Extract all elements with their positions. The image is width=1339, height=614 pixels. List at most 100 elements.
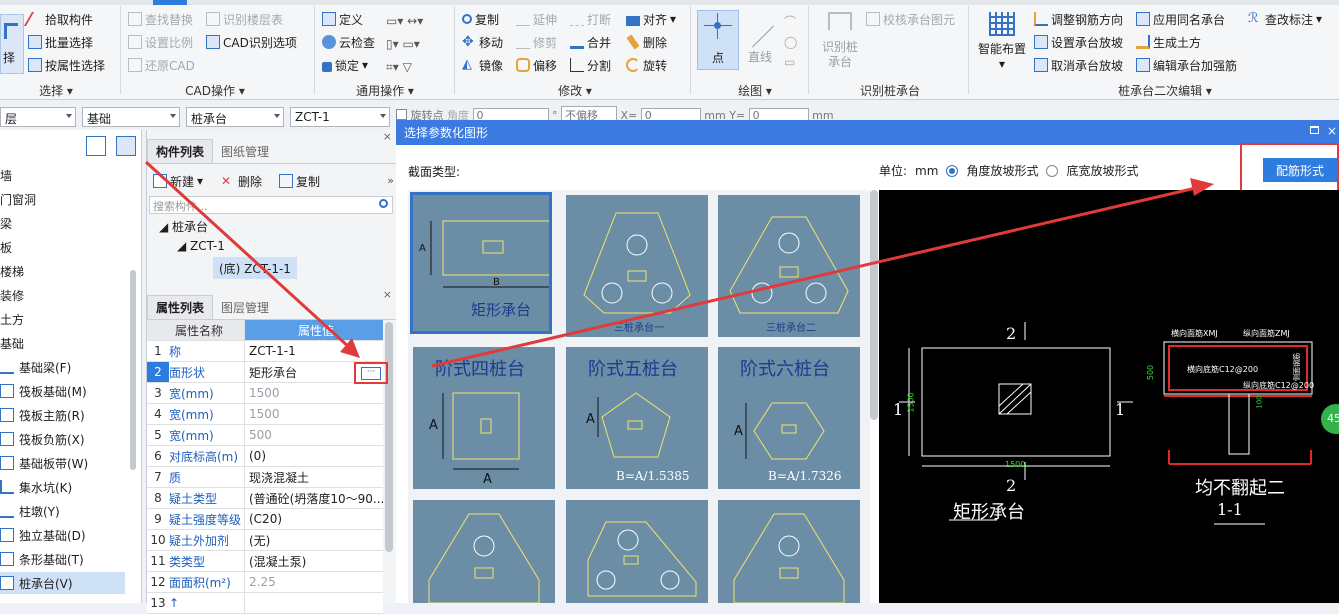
- rotate-button[interactable]: 旋转: [626, 56, 667, 74]
- tab-layer-management[interactable]: 图层管理: [213, 296, 277, 319]
- trim-button[interactable]: 修剪: [516, 33, 557, 51]
- nav-item-raft-main-bar[interactable]: 筏板主筋(R): [0, 404, 85, 426]
- property-row[interactable]: 9 疑土强度等级 (C20): [147, 509, 383, 530]
- ellipsis-button[interactable]: ···: [361, 367, 381, 380]
- y-input[interactable]: 0: [748, 108, 809, 120]
- nav-item-wall[interactable]: 墙: [0, 164, 12, 186]
- property-row-value[interactable]: 1500: [244, 383, 383, 403]
- restore-cad-button[interactable]: 还原CAD: [128, 56, 195, 74]
- line-draw-button[interactable]: 直线: [744, 10, 780, 70]
- angle-input[interactable]: 0: [472, 108, 549, 120]
- tree-node-zct1[interactable]: ◢ ZCT-1: [177, 239, 225, 253]
- property-row-value[interactable]: (普通砼(坍落度10～90...: [244, 488, 383, 508]
- nav-item-strip[interactable]: 基础板带(W): [0, 452, 88, 474]
- nav-item-isolated[interactable]: 独立基础(D): [0, 524, 86, 546]
- category-combo[interactable]: 基础: [82, 107, 180, 127]
- mirror-button[interactable]: ◭ 镜像: [462, 56, 503, 74]
- select-by-property-button[interactable]: 按属性选择: [28, 56, 105, 74]
- x-input[interactable]: 0: [640, 108, 701, 120]
- adjust-rebar-dir-button[interactable]: 调整钢筋方向: [1034, 10, 1123, 28]
- property-row-value[interactable]: [244, 593, 383, 613]
- generate-earthwork-button[interactable]: 生成土方: [1136, 33, 1201, 51]
- identify-floor-table-button[interactable]: 识别楼层表: [206, 10, 283, 28]
- shape-thumb-9[interactable]: [718, 500, 860, 603]
- shape-thumb-8[interactable]: [566, 500, 708, 603]
- set-scale-button[interactable]: 设置比例: [128, 33, 193, 51]
- check-annotation-button[interactable]: ℛ 查改标注 ▾: [1248, 10, 1322, 28]
- floor-combo[interactable]: 层: [0, 107, 76, 127]
- rotate-point-checkbox[interactable]: [396, 109, 407, 120]
- check-cap-element-button[interactable]: 校核承台图元: [866, 10, 955, 28]
- property-row-value[interactable]: (C20): [244, 509, 383, 529]
- component-combo[interactable]: ZCT-1: [290, 107, 390, 127]
- smart-layout-button[interactable]: 智能布置 ▾: [976, 12, 1028, 78]
- nav-item-column-pier[interactable]: 柱墩(Y): [0, 500, 60, 522]
- property-row[interactable]: 4 宽(mm) 1500: [147, 404, 383, 425]
- property-row[interactable]: 8 疑土类型 (普通砼(坍落度10～90...: [147, 488, 383, 509]
- copy-component-button[interactable]: 复制: [279, 172, 320, 190]
- property-row[interactable]: 1 称 ZCT-1-1: [147, 341, 383, 362]
- shape-thumb-step5[interactable]: 阶式五桩台 A B=A/1.5385: [566, 347, 708, 489]
- define-button[interactable]: 定义: [322, 10, 363, 28]
- find-replace-button[interactable]: 查找替换: [128, 10, 193, 28]
- property-row[interactable]: 7 质 现浇混凝土: [147, 467, 383, 488]
- arc-tools[interactable]: ⌒ ◯ ▭: [784, 12, 800, 74]
- nav-item-door-window[interactable]: 门窗洞: [0, 188, 36, 210]
- nav-item-foundation[interactable]: 基础: [0, 332, 24, 354]
- copy-button[interactable]: 复制: [462, 10, 499, 28]
- property-row-value[interactable]: (混凝土泵): [244, 551, 383, 571]
- tab-property-list[interactable]: 属性列表: [147, 295, 214, 319]
- offset-combo[interactable]: 不偏移: [561, 106, 617, 120]
- property-row[interactable]: 10 疑土外加剂 (无): [147, 530, 383, 551]
- nav-item-foundation-beam[interactable]: 基础梁(F): [0, 356, 71, 378]
- apply-same-name-button[interactable]: 应用同名承台: [1136, 10, 1225, 28]
- close-icon[interactable]: ×: [1327, 124, 1337, 138]
- split-button[interactable]: 分割: [570, 56, 611, 74]
- identify-pile-cap-button[interactable]: 识别桩承台: [818, 12, 862, 78]
- shape-thumb-step4[interactable]: 阶式四桩台 A A: [413, 347, 555, 489]
- nav-scrollbar[interactable]: [130, 270, 136, 470]
- offset-button[interactable]: 偏移: [516, 56, 557, 74]
- pick-component-button[interactable]: 拾取构件: [23, 10, 93, 28]
- shape-thumb-3pile-2[interactable]: 三桩承台二: [718, 195, 860, 337]
- nav-item-raft-neg-bar[interactable]: 筏板负筋(X): [0, 428, 85, 450]
- property-row-value[interactable]: 现浇混凝土: [244, 467, 383, 487]
- tree-node-zct1-1[interactable]: (底) ZCT-1-1: [213, 257, 297, 279]
- nav-item-raft[interactable]: 筏板基础(M): [0, 380, 87, 402]
- cancel-slope-button[interactable]: 取消承台放坡: [1034, 56, 1123, 74]
- layout-tool-buttons[interactable]: ▭▾ ↔▾ ▯▾ ▭▾ ⌗▾ ▽: [386, 10, 442, 74]
- property-row[interactable]: 5 宽(mm) 500: [147, 425, 383, 446]
- property-row-value[interactable]: ZCT-1-1: [244, 341, 383, 361]
- move-button[interactable]: ✥ 移动: [462, 33, 503, 51]
- type-combo[interactable]: 桩承台: [186, 107, 284, 127]
- property-row[interactable]: 11 类类型 (混凝土泵): [147, 551, 383, 572]
- property-row[interactable]: 2 面形状 矩形承台: [147, 362, 383, 383]
- cloud-check-button[interactable]: 云检查: [322, 33, 375, 51]
- select-big-button[interactable]: 择: [0, 14, 24, 74]
- delete-button[interactable]: 删除: [626, 33, 667, 51]
- shape-thumb-7[interactable]: [413, 500, 555, 603]
- property-row[interactable]: 13 ↑: [147, 593, 383, 614]
- radio-angle-slope[interactable]: [946, 164, 959, 177]
- property-row-value[interactable]: 1500: [244, 404, 383, 424]
- tab-drawing-management[interactable]: 图纸管理: [213, 140, 277, 163]
- grid-view-icon[interactable]: [116, 136, 136, 156]
- gallery-scrollbar[interactable]: [870, 190, 878, 420]
- align-button[interactable]: 对齐 ▾: [626, 10, 676, 28]
- lock-button[interactable]: 锁定 ▾: [322, 56, 368, 74]
- extend-button[interactable]: 延伸: [516, 10, 557, 28]
- shape-thumb-rect[interactable]: A B 矩形承台: [410, 192, 552, 334]
- set-slope-button[interactable]: 设置承台放坡: [1034, 33, 1123, 51]
- point-draw-button[interactable]: 点: [697, 10, 739, 70]
- new-button[interactable]: 新建 ▾: [153, 172, 203, 190]
- batch-select-button[interactable]: 批量选择: [28, 33, 93, 51]
- property-row-value[interactable]: 2.25: [244, 572, 383, 592]
- nav-item-decoration[interactable]: 装修: [0, 284, 24, 306]
- radio-width-slope[interactable]: [1046, 164, 1059, 177]
- property-row[interactable]: 6 对底标高(m) (0): [147, 446, 383, 467]
- nav-item-stair[interactable]: 楼梯: [0, 260, 24, 282]
- cad-options-button[interactable]: CAD识别选项: [206, 33, 297, 51]
- nav-item-sump[interactable]: 集水坑(K): [0, 476, 72, 498]
- tab-component-list[interactable]: 构件列表: [147, 139, 214, 163]
- edit-strengthen-bar-button[interactable]: 编辑承台加强筋: [1136, 56, 1237, 74]
